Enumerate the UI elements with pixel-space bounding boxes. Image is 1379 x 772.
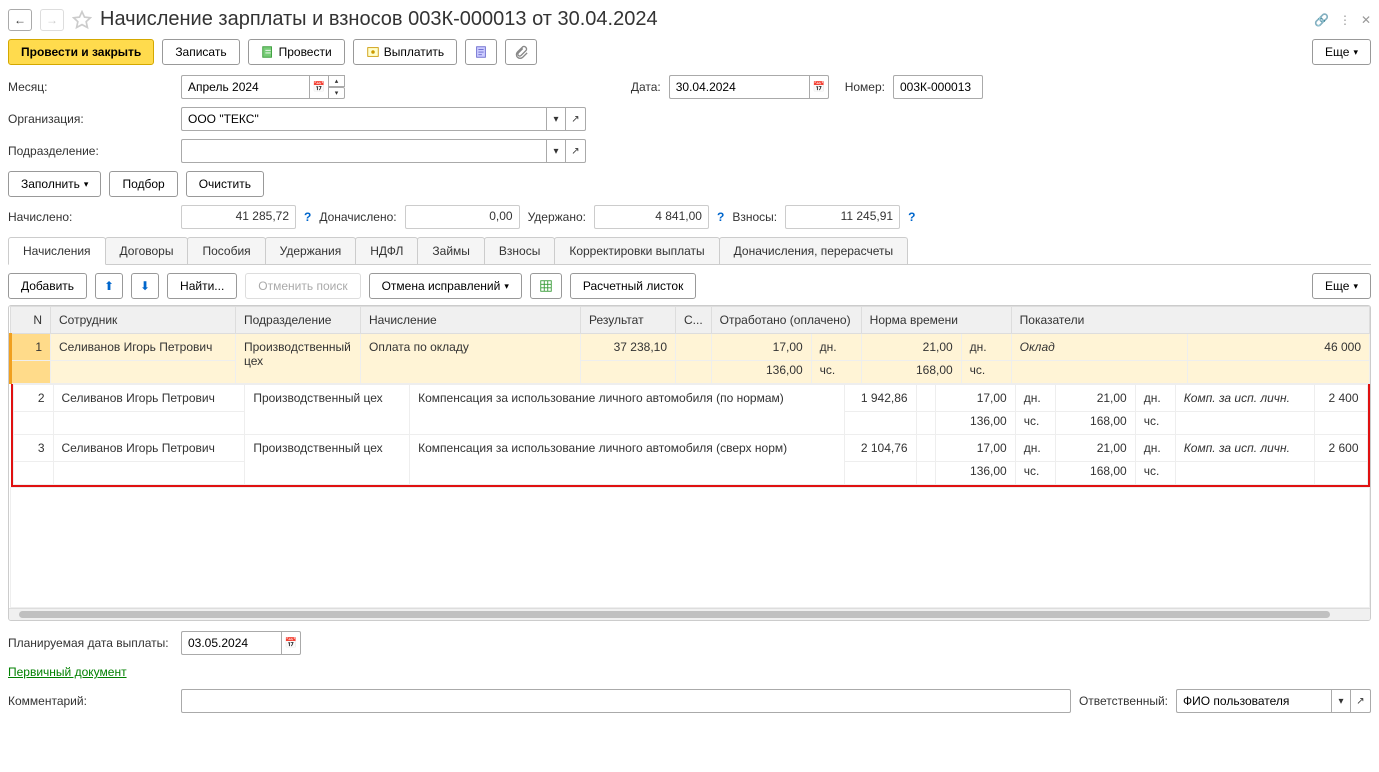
table-row[interactable]: 2 Селиванов Игорь Петрович Производствен… (13, 385, 1367, 412)
tab-loans[interactable]: Займы (417, 237, 485, 264)
month-up-button[interactable]: ▴ (329, 75, 345, 87)
extra-value: 0,00 (405, 205, 520, 229)
help-icon[interactable]: ? (717, 210, 724, 224)
attach-button[interactable] (505, 39, 537, 65)
grid-settings-button[interactable] (530, 273, 562, 299)
table-row[interactable]: 136,00чс. 168,00чс. (11, 361, 1370, 384)
grid-icon (539, 279, 553, 293)
post-close-button[interactable]: Провести и закрыть (8, 39, 154, 65)
more-button[interactable]: Еще (1312, 39, 1371, 65)
col-indicators[interactable]: Показатели (1011, 307, 1369, 334)
number-label: Номер: (845, 80, 885, 94)
col-n[interactable]: N (11, 307, 51, 334)
pay-icon (366, 45, 380, 59)
dropdown-icon[interactable]: ▾ (546, 107, 566, 131)
responsible-label: Ответственный: (1079, 694, 1168, 708)
calendar-icon[interactable]: 📅 (809, 75, 829, 99)
post-button[interactable]: Провести (248, 39, 345, 65)
tabs: Начисления Договоры Пособия Удержания НД… (8, 237, 1371, 265)
tab-accruals[interactable]: Начисления (8, 237, 106, 265)
favorite-icon[interactable] (72, 10, 92, 30)
col-employee[interactable]: Сотрудник (51, 307, 236, 334)
add-button[interactable]: Добавить (8, 273, 87, 299)
tab-recalculations[interactable]: Доначисления, перерасчеты (719, 237, 908, 264)
col-accrual[interactable]: Начисление (361, 307, 581, 334)
open-icon[interactable]: ↗ (566, 107, 586, 131)
dropdown-icon[interactable]: ▾ (546, 139, 566, 163)
month-label: Месяц: (8, 80, 173, 94)
link-icon[interactable]: 🔗 (1314, 13, 1329, 27)
tab-contributions[interactable]: Взносы (484, 237, 555, 264)
paperclip-icon (514, 45, 528, 59)
date-label: Дата: (631, 80, 661, 94)
table-more-button[interactable]: Еще (1312, 273, 1371, 299)
help-icon[interactable]: ? (304, 210, 311, 224)
help-icon[interactable]: ? (908, 210, 915, 224)
nav-back-button[interactable]: ← (8, 9, 32, 31)
accrued-label: Начислено: (8, 210, 173, 224)
contrib-label: Взносы: (732, 210, 777, 224)
pay-button[interactable]: Выплатить (353, 39, 458, 65)
save-button[interactable]: Записать (162, 39, 239, 65)
col-worked[interactable]: Отработано (оплачено) (711, 307, 861, 334)
tab-benefits[interactable]: Пособия (187, 237, 265, 264)
find-button[interactable]: Найти... (167, 273, 237, 299)
pick-button[interactable]: Подбор (109, 171, 177, 197)
responsible-input[interactable] (1176, 689, 1331, 713)
page-title: Начисление зарплаты и взносов 003К-00001… (100, 8, 1306, 31)
move-down-button[interactable]: ⬇ (131, 273, 159, 299)
payslip-button[interactable]: Расчетный листок (570, 273, 696, 299)
table-row[interactable]: 3 Селиванов Игорь Петрович Производствен… (13, 435, 1367, 462)
org-label: Организация: (8, 112, 173, 126)
tab-contracts[interactable]: Договоры (105, 237, 189, 264)
cancel-fixes-button[interactable]: Отмена исправлений (369, 273, 522, 299)
tab-withholdings[interactable]: Удержания (265, 237, 357, 264)
report-icon (474, 45, 488, 59)
number-input[interactable] (893, 75, 983, 99)
calendar-icon[interactable]: 📅 (281, 631, 301, 655)
accrued-value: 41 285,72 (181, 205, 296, 229)
fill-button[interactable]: Заполнить (8, 171, 101, 197)
dept-input[interactable] (181, 139, 546, 163)
kebab-menu-icon[interactable]: ⋮ (1339, 13, 1351, 27)
month-down-button[interactable]: ▾ (329, 87, 345, 99)
col-result[interactable]: Результат (581, 307, 676, 334)
post-icon (261, 45, 275, 59)
planned-date-input[interactable] (181, 631, 281, 655)
org-input[interactable] (181, 107, 546, 131)
report-button[interactable] (465, 39, 497, 65)
open-icon[interactable]: ↗ (566, 139, 586, 163)
dropdown-icon[interactable]: ▾ (1331, 689, 1351, 713)
planned-date-label: Планируемая дата выплаты: (8, 636, 173, 650)
comment-input[interactable] (181, 689, 1071, 713)
cancel-search-button: Отменить поиск (245, 273, 360, 299)
tab-ndfl[interactable]: НДФЛ (355, 237, 418, 264)
close-icon[interactable]: ✕ (1361, 13, 1371, 27)
tab-corrections[interactable]: Корректировки выплаты (554, 237, 719, 264)
contrib-value: 11 245,91 (785, 205, 900, 229)
nav-forward-button[interactable]: → (40, 9, 64, 31)
open-icon[interactable]: ↗ (1351, 689, 1371, 713)
move-up-button[interactable]: ⬆ (95, 273, 123, 299)
withheld-label: Удержано: (528, 210, 586, 224)
comment-label: Комментарий: (8, 694, 173, 708)
horizontal-scrollbar[interactable] (9, 608, 1370, 620)
month-input[interactable] (181, 75, 309, 99)
primary-doc-link[interactable]: Первичный документ (8, 665, 127, 679)
dept-label: Подразделение: (8, 144, 173, 158)
clear-button[interactable]: Очистить (186, 171, 264, 197)
withheld-value: 4 841,00 (594, 205, 709, 229)
date-input[interactable] (669, 75, 809, 99)
table-row[interactable]: 1 Селиванов Игорь Петрович Производствен… (11, 334, 1370, 361)
col-c[interactable]: С... (676, 307, 712, 334)
col-dept[interactable]: Подразделение (236, 307, 361, 334)
extra-label: Доначислено: (319, 210, 396, 224)
calendar-icon[interactable]: 📅 (309, 75, 329, 99)
accruals-table: N Сотрудник Подразделение Начисление Рез… (9, 306, 1370, 608)
col-norm[interactable]: Норма времени (861, 307, 1011, 334)
